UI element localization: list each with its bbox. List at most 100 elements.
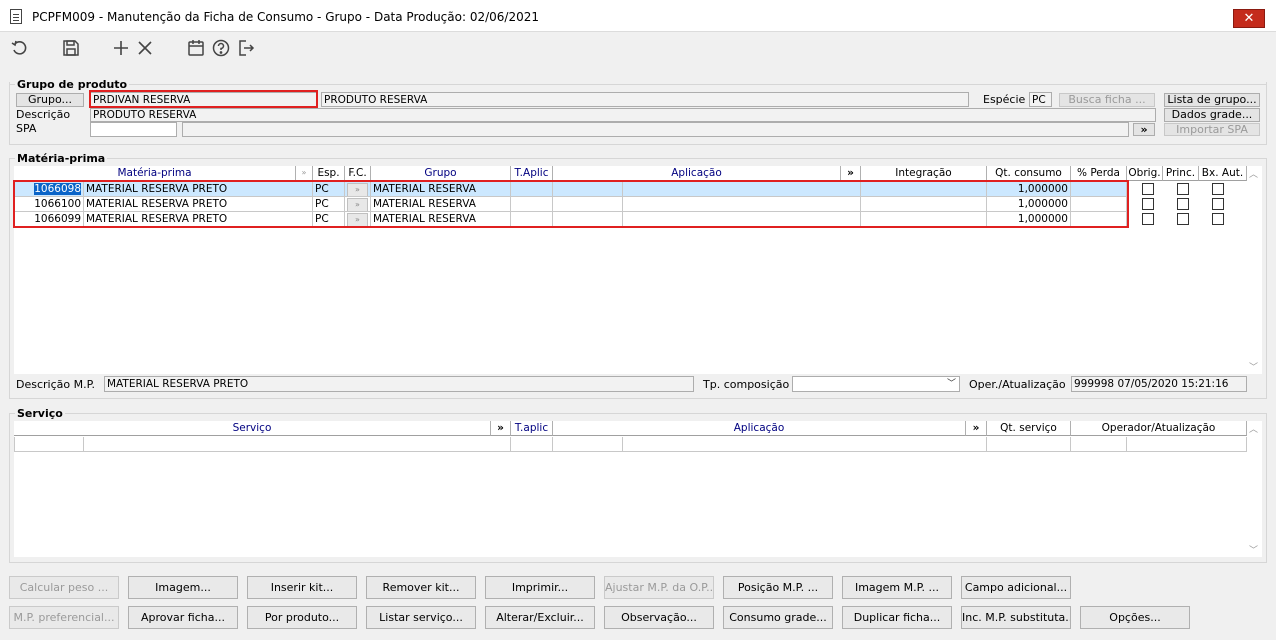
sv-col-servico[interactable]: Serviço [14,421,491,436]
descricao-field: PRODUTO RESERVA [90,108,1156,122]
princ-checkbox[interactable] [1177,213,1189,225]
por-produto-button[interactable]: Por produto... [247,606,357,629]
mp-col-princ[interactable]: Princ. [1163,166,1199,181]
descricao-mp-field: MATERIAL RESERVA PRETO [104,376,694,392]
mp-col-bxaut[interactable]: Bx. Aut. [1199,166,1247,181]
table-row[interactable]: 1066099 MATERIAL RESERVA PRETO PC » MATE… [14,212,1127,227]
duplicar-ficha-button[interactable]: Duplicar ficha... [842,606,952,629]
grupo-code-field[interactable]: PRDIVAN RESERVA [90,92,318,107]
mp-row-grupo: MATERIAL RESERVA [371,212,511,227]
especie-field: PC [1029,92,1052,107]
busca-ficha-button[interactable]: Busca ficha ... [1059,93,1155,107]
mp-row-code[interactable]: 1066099 [14,212,84,227]
calcular-peso-button[interactable]: Calcular peso ... [9,576,119,599]
save-icon[interactable] [61,38,81,58]
mp-scrollbar[interactable]: ︿ ﹀ [1248,166,1260,374]
chevron-down-icon[interactable]: ﹀ [947,377,956,391]
oper-label: Oper./Atualização [969,378,1066,391]
opcoes-button[interactable]: Opções... [1080,606,1190,629]
mp-col-grupo[interactable]: Grupo [371,166,511,181]
mp-preferencial-button[interactable]: M.P. preferencial... [9,606,119,629]
scroll-down-icon[interactable]: ﹀ [1249,543,1258,556]
mp-col-perda[interactable]: % Perda [1071,166,1127,181]
mp-col-aplicacao[interactable]: Aplicação [553,166,841,181]
add-icon[interactable] [111,38,131,58]
inserir-kit-button[interactable]: Inserir kit... [247,576,357,599]
tp-composicao-select[interactable]: ﹀ [792,376,960,392]
oper-date: 07/05/2020 15:21:16 [1117,378,1229,390]
aprovar-ficha-button[interactable]: Aprovar ficha... [128,606,238,629]
scroll-up-icon[interactable]: ︿ [1249,422,1258,435]
sv-col-more2[interactable]: » [966,421,987,436]
mp-col-obrig[interactable]: Obrig. [1127,166,1163,181]
exit-icon[interactable] [236,38,256,58]
bxaut-checkbox[interactable] [1212,183,1224,195]
tp-composicao-label: Tp. composição [703,378,790,391]
posicao-mp-button[interactable]: Posição M.P. ... [723,576,833,599]
fc-button[interactable]: » [347,183,368,196]
ajustar-mp-button[interactable]: Ajustar M.P. da O.P... [604,576,714,599]
help-icon[interactable] [211,38,231,58]
mp-row-code[interactable]: 1066098 [34,183,81,195]
mp-col-qt[interactable]: Qt. consumo [987,166,1071,181]
window-title: PCPFM009 - Manutenção da Ficha de Consum… [32,10,539,24]
table-row[interactable]: 1066100 MATERIAL RESERVA PRETO PC » MATE… [14,197,1127,212]
mp-row-desc: MATERIAL RESERVA PRETO [84,212,313,227]
table-row[interactable] [14,437,1247,452]
mp-row-desc: MATERIAL RESERVA PRETO [84,182,313,197]
remover-kit-button[interactable]: Remover kit... [366,576,476,599]
mp-row-esp: PC [313,197,345,212]
obrig-checkbox[interactable] [1142,183,1154,195]
sv-col-qt[interactable]: Qt. serviço [987,421,1071,436]
bxaut-checkbox[interactable] [1212,198,1224,210]
sv-col-more1[interactable]: » [491,421,511,436]
descricao-label: Descrição [16,108,71,121]
mp-col-taplic[interactable]: T.Aplic [511,166,553,181]
calendar-icon[interactable] [186,38,206,58]
mp-col-more[interactable]: » [841,166,861,181]
close-button[interactable]: ✕ [1233,9,1265,28]
mp-col-materia[interactable]: Matéria-prima [14,166,296,181]
mp-row-desc: MATERIAL RESERVA PRETO [84,197,313,212]
princ-checkbox[interactable] [1177,183,1189,195]
alterar-excluir-button[interactable]: Alterar/Excluir... [485,606,595,629]
undo-icon[interactable] [10,38,30,58]
mp-row-code[interactable]: 1066100 [14,197,84,212]
mp-col-fc[interactable]: F.C. [345,166,371,181]
listar-servico-button[interactable]: Listar serviço... [366,606,476,629]
sv-col-oper[interactable]: Operador/Atualização [1071,421,1247,436]
mp-col-esp[interactable]: Esp. [313,166,345,181]
observacao-button[interactable]: Observação... [604,606,714,629]
spa-desc-field [182,122,1129,137]
fc-button[interactable]: » [347,213,368,226]
dados-grade-button[interactable]: Dados grade... [1164,108,1260,122]
obrig-checkbox[interactable] [1142,198,1154,210]
imagem-button[interactable]: Imagem... [128,576,238,599]
inc-mp-substituta-button[interactable]: Inc. M.P. substituta... [961,606,1071,629]
lista-grupo-button[interactable]: Lista de grupo... [1164,93,1260,107]
imprimir-button[interactable]: Imprimir... [485,576,595,599]
grupo-button[interactable]: Grupo... [16,93,84,107]
sv-col-aplicacao[interactable]: Aplicação [553,421,966,436]
bxaut-checkbox[interactable] [1212,213,1224,225]
importar-spa-button[interactable]: Importar SPA [1164,123,1260,136]
consumo-grade-button[interactable]: Consumo grade... [723,606,833,629]
imagem-mp-button[interactable]: Imagem M.P. ... [842,576,952,599]
delete-icon[interactable] [135,38,155,58]
fc-button[interactable]: » [347,198,368,211]
princ-checkbox[interactable] [1177,198,1189,210]
mp-col-integracao[interactable]: Integração [861,166,987,181]
spa-field[interactable] [90,122,177,137]
campo-adicional-button[interactable]: Campo adicional... [961,576,1071,599]
sv-col-taplic[interactable]: T.aplic [511,421,553,436]
servico-scrollbar[interactable]: ︿ ﹀ [1248,421,1260,557]
spa-more-button[interactable]: » [1133,123,1155,136]
table-row[interactable]: 1066098 MATERIAL RESERVA PRETO PC » MATE… [14,182,1127,197]
scroll-up-icon[interactable]: ︿ [1249,167,1258,180]
obrig-checkbox[interactable] [1142,213,1154,225]
descricao-mp-label: Descrição M.P. [16,378,96,391]
mp-col-sort-icon[interactable]: » [296,166,313,181]
mp-section-title: Matéria-prima [15,152,108,165]
scroll-down-icon[interactable]: ﹀ [1249,360,1258,373]
mp-row-esp: PC [313,182,345,197]
